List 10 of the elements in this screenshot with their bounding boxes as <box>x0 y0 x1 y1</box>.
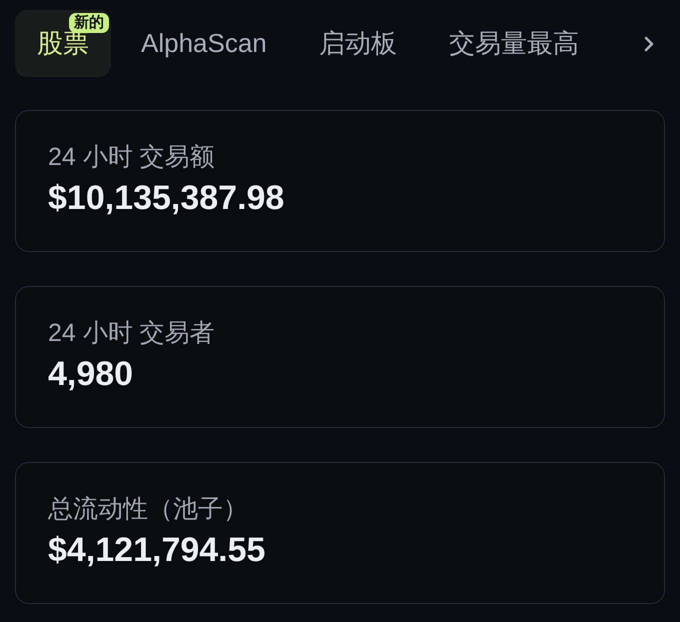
stat-label: 总流动性（池子） <box>48 494 248 524</box>
stat-label: 24 小时 交易额 <box>48 142 215 172</box>
stat-label: 24 小时 交易者 <box>48 318 215 348</box>
tab[interactable]: 启动板 <box>296 10 419 77</box>
stat-value: $10,135,387.98 <box>48 178 284 218</box>
tab[interactable]: AlphaScan <box>119 10 289 77</box>
tab[interactable]: 交易量最高 <box>426 10 601 77</box>
stat-value: 4,980 <box>48 354 134 394</box>
stat-value: $4,121,794.55 <box>48 530 266 570</box>
new-badge: 新的 <box>69 13 109 33</box>
